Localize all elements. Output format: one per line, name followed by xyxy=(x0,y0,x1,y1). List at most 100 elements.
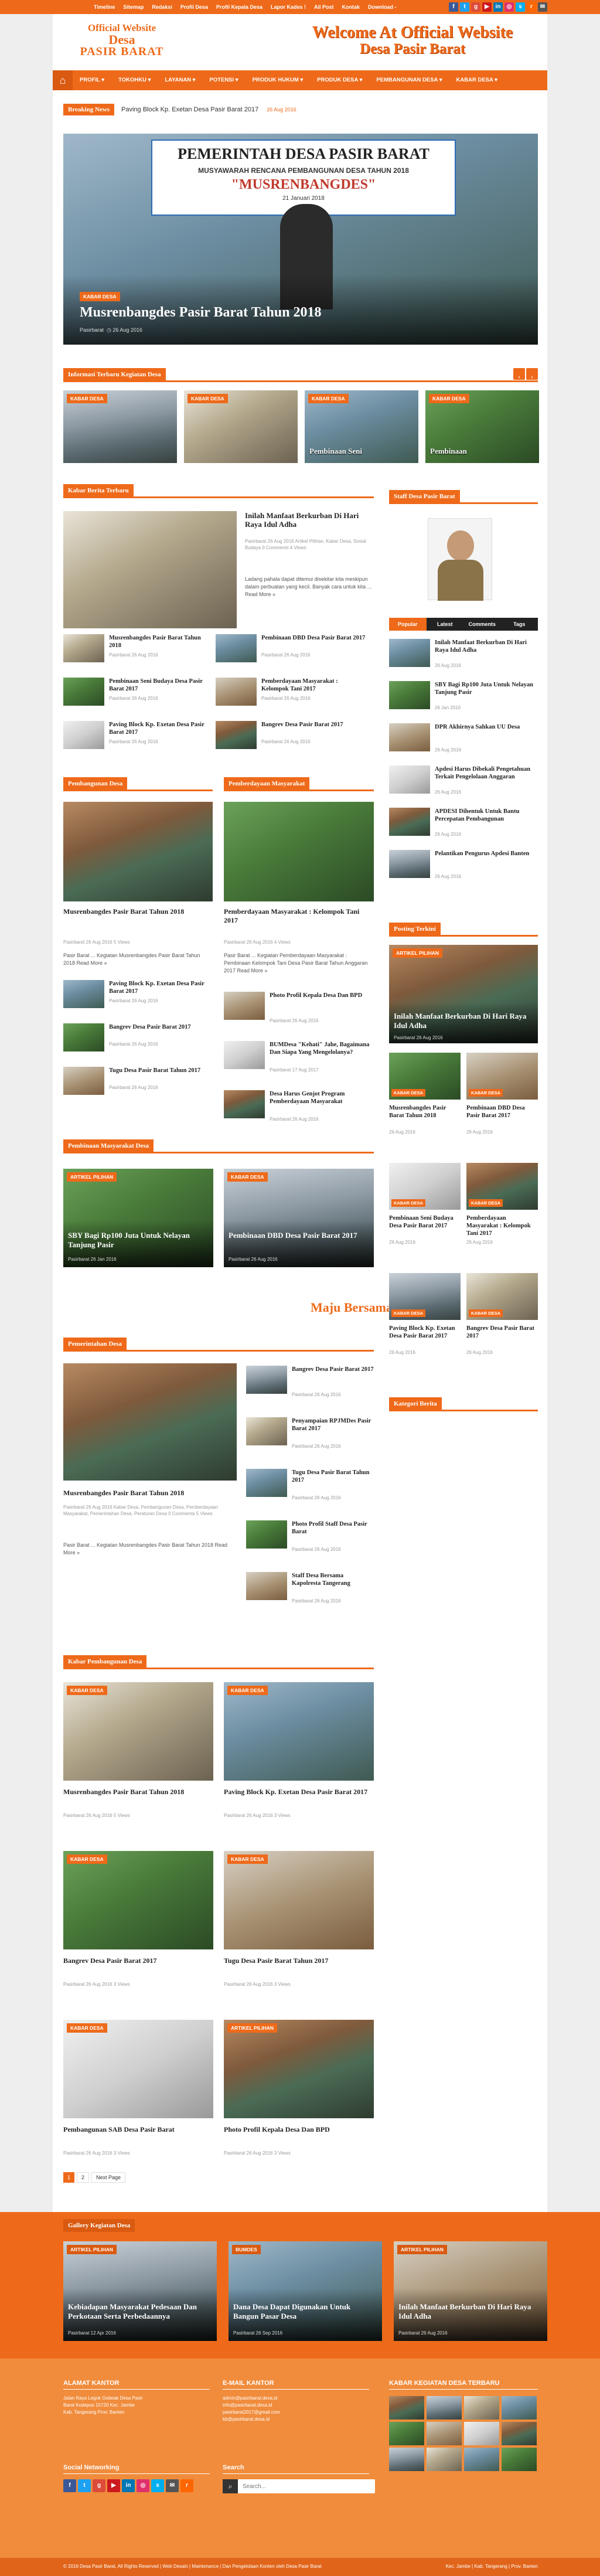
pemberdayaan-item-title[interactable]: BUMDesa "Kehati" Jahe, Bagaimana Dan Sia… xyxy=(270,1041,374,1056)
pemerintahan-item-title[interactable]: Tugu Desa Pasir Barat Tahun 2017 xyxy=(292,1469,374,1484)
sidebar-tab[interactable]: Tags xyxy=(501,618,538,631)
kegiatan-thumb[interactable] xyxy=(389,2422,424,2445)
kabar-item-title[interactable]: Pemberdayaan Masyarakat : Kelompok Tani … xyxy=(261,678,366,693)
posting-grid-image[interactable]: KABAR DESA xyxy=(389,1053,461,1100)
pemerintahan-item-title[interactable]: Staff Desa Bersama Kapolresta Tangerang xyxy=(292,1572,374,1587)
kegiatan-thumb[interactable] xyxy=(464,2448,499,2471)
hero-label[interactable]: KABAR DESA xyxy=(80,292,120,301)
pemerintahan-main-title[interactable]: Musrenbangdes Pasir Barat Tahun 2018 xyxy=(63,1489,237,1498)
popular-thumb[interactable] xyxy=(389,765,430,794)
kabar-thumb[interactable] xyxy=(216,678,257,706)
hero-title[interactable]: Musrenbangdes Pasir Barat Tahun 2018 xyxy=(80,305,322,321)
kabarpemb-title[interactable]: Musrenbangdes Pasir Barat Tahun 2018 xyxy=(63,1788,213,1796)
gallery-item[interactable]: ARTIKEL PILIHAN Kebiadapan Masyarakat Ped… xyxy=(63,2241,217,2341)
posting-main-title[interactable]: Inilah Manfaat Berkurban Di Hari Raya Id… xyxy=(394,1012,534,1030)
pemerintahan-item-title[interactable]: Photo Profil Staff Desa Pasir Barat xyxy=(292,1520,374,1536)
skype-icon[interactable]: s xyxy=(151,2479,164,2492)
rss-icon[interactable]: r xyxy=(180,2479,193,2492)
kabar-thumb[interactable] xyxy=(63,634,104,662)
page-2[interactable]: 2 xyxy=(77,2172,90,2183)
pemberdayaan-main-image[interactable] xyxy=(224,802,374,901)
posting-grid-title[interactable]: Pembinaan Seni Budaya Desa Pasir Barat 2… xyxy=(389,1214,461,1230)
pembangunan-thumb[interactable] xyxy=(63,1023,104,1052)
nav-item[interactable]: PEMBANGUNAN DESA ▾ xyxy=(369,70,449,90)
pembangunan-thumb[interactable] xyxy=(63,980,104,1008)
youtube-icon[interactable]: ▶ xyxy=(482,2,492,12)
nav-item[interactable]: PRODUK DESA ▾ xyxy=(310,70,369,90)
site-logo[interactable]: Official Website Desa PASIR BARAT xyxy=(63,22,180,57)
kegiatan-thumb[interactable] xyxy=(389,2396,424,2420)
twitter-icon[interactable]: t xyxy=(78,2479,91,2492)
kabarpemb-title[interactable]: Pembangunan SAB Desa Pasir Barat xyxy=(63,2125,213,2134)
kegiatan-thumb[interactable] xyxy=(502,2448,537,2471)
popular-title[interactable]: SBY Bagi Rp100 Juta Untuk Nelayan Tanjun… xyxy=(435,681,538,696)
rss-icon[interactable]: r xyxy=(527,2,536,12)
posting-grid-label[interactable]: KABAR DESA xyxy=(469,1199,503,1207)
top-link[interactable]: Timeline xyxy=(94,4,115,10)
kabar-item-title[interactable]: Musrenbangdes Pasir Barat Tahun 2018 xyxy=(109,634,213,649)
posting-grid-label[interactable]: KABAR DESA xyxy=(391,1309,426,1317)
top-link[interactable]: Download - xyxy=(368,4,397,10)
kabar-item-title[interactable]: Bangrev Desa Pasir Barat 2017 xyxy=(261,721,366,729)
kabarpemb-image[interactable]: KABAR DESA xyxy=(63,1851,213,1949)
staff-photo[interactable] xyxy=(428,518,492,601)
kabarpemb-label[interactable]: KABAR DESA xyxy=(67,2023,107,2033)
search-icon[interactable]: ⌕ xyxy=(223,2479,238,2493)
breaking-text[interactable]: Paving Block Kp. Exetan Desa Pasir Barat… xyxy=(121,106,258,113)
posting-main-image[interactable]: ARTIKEL PILIHAN Inilah Manfaat Berkurban… xyxy=(389,945,538,1043)
prev-arrow-icon[interactable]: ‹ xyxy=(513,368,525,380)
home-icon[interactable]: ⌂ xyxy=(53,70,73,90)
hero-image[interactable]: PEMERINTAH DESA PASIR BARAT MUSYAWARAH R… xyxy=(63,134,538,345)
pemerintahan-thumb[interactable] xyxy=(246,1366,287,1394)
sidebar-tab[interactable]: Popular xyxy=(389,618,427,631)
kegiatan-thumb[interactable] xyxy=(502,2422,537,2445)
posting-grid-title[interactable]: Pemberdayaan Masyarakat : Kelompok Tani … xyxy=(466,1214,538,1237)
pemberdayaan-thumb[interactable] xyxy=(224,1041,265,1069)
kabar-main-title[interactable]: Inilah Manfaat Berkurban Di Hari Raya Id… xyxy=(245,511,374,529)
kabarpemb-label[interactable]: KABAR DESA xyxy=(67,1686,107,1695)
pemerintahan-thumb[interactable] xyxy=(246,1572,287,1600)
pemerintahan-main-image[interactable] xyxy=(63,1363,237,1481)
posting-grid-image[interactable]: KABAR DESA xyxy=(389,1273,461,1320)
info-item[interactable]: KABAR DESA xyxy=(63,390,177,463)
kabar-item-title[interactable]: Pembinaan DBD Desa Pasir Barat 2017 xyxy=(261,634,366,642)
gallery-title[interactable]: Dana Desa Dapat Digunakan Untuk Bangun P… xyxy=(233,2302,377,2321)
kabar-thumb[interactable] xyxy=(216,721,257,749)
popular-thumb[interactable] xyxy=(389,723,430,751)
kabar-main-image[interactable] xyxy=(63,511,237,628)
info-item-title[interactable]: Pembinaan Seni xyxy=(309,447,362,456)
next-page[interactable]: Next Page xyxy=(91,2172,126,2183)
kabar-thumb[interactable] xyxy=(216,634,257,662)
info-item-title[interactable]: Pembinaan xyxy=(430,447,467,456)
twitter-icon[interactable]: t xyxy=(460,2,469,12)
pembangunan-item-title[interactable]: Paving Block Kp. Exetan Desa Pasir Barat… xyxy=(109,980,213,995)
gallery-label[interactable]: ARTIKEL PILIHAN xyxy=(67,2245,117,2254)
pembinaan-title[interactable]: SBY Bagi Rp100 Juta Untuk Nelayan Tanjun… xyxy=(68,1231,209,1250)
sidebar-tab[interactable]: Latest xyxy=(427,618,464,631)
popular-title[interactable]: APDESI Dihentuk Untuk Bantu Percepatan P… xyxy=(435,808,538,823)
instagram-icon[interactable]: ◎ xyxy=(137,2479,149,2492)
popular-title[interactable]: DPR Akhirnya Sahkan UU Desa xyxy=(435,723,538,731)
kabarpemb-image[interactable]: KABAR DESA xyxy=(224,1682,374,1781)
kabarpemb-image[interactable]: ARTIKEL PILIHAN xyxy=(224,2020,374,2118)
kabar-item-title[interactable]: Paving Block Kp. Exetan Desa Pasir Barat… xyxy=(109,721,213,736)
kegiatan-thumb[interactable] xyxy=(427,2422,462,2445)
kegiatan-thumb[interactable] xyxy=(464,2396,499,2420)
popular-thumb[interactable] xyxy=(389,639,430,667)
info-item[interactable]: KABAR DESA xyxy=(184,390,298,463)
pemberdayaan-item-title[interactable]: Desa Harus Genjot Program Pemberdayaan M… xyxy=(270,1090,374,1105)
facebook-icon[interactable]: f xyxy=(449,2,458,12)
pembinaan-label[interactable]: KABAR DESA xyxy=(227,1172,268,1182)
posting-grid-image[interactable]: KABAR DESA xyxy=(466,1053,538,1100)
kabarpemb-label[interactable]: ARTIKEL PILIHAN xyxy=(227,2023,278,2033)
pembinaan-item[interactable]: KABAR DESA Pembinaan DBD Desa Pasir Barat… xyxy=(224,1169,374,1267)
top-link[interactable]: All Post xyxy=(314,4,334,10)
kegiatan-thumb[interactable] xyxy=(389,2448,424,2471)
kabarpemb-image[interactable]: KABAR DESA xyxy=(63,1682,213,1781)
kabar-thumb[interactable] xyxy=(63,678,104,706)
pemerintahan-thumb[interactable] xyxy=(246,1469,287,1497)
pemerintahan-item-title[interactable]: Bangrev Desa Pasir Barat 2017 xyxy=(292,1366,374,1373)
page-1[interactable]: 1 xyxy=(63,2172,75,2183)
instagram-icon[interactable]: ◎ xyxy=(504,2,514,12)
popular-thumb[interactable] xyxy=(389,850,430,878)
